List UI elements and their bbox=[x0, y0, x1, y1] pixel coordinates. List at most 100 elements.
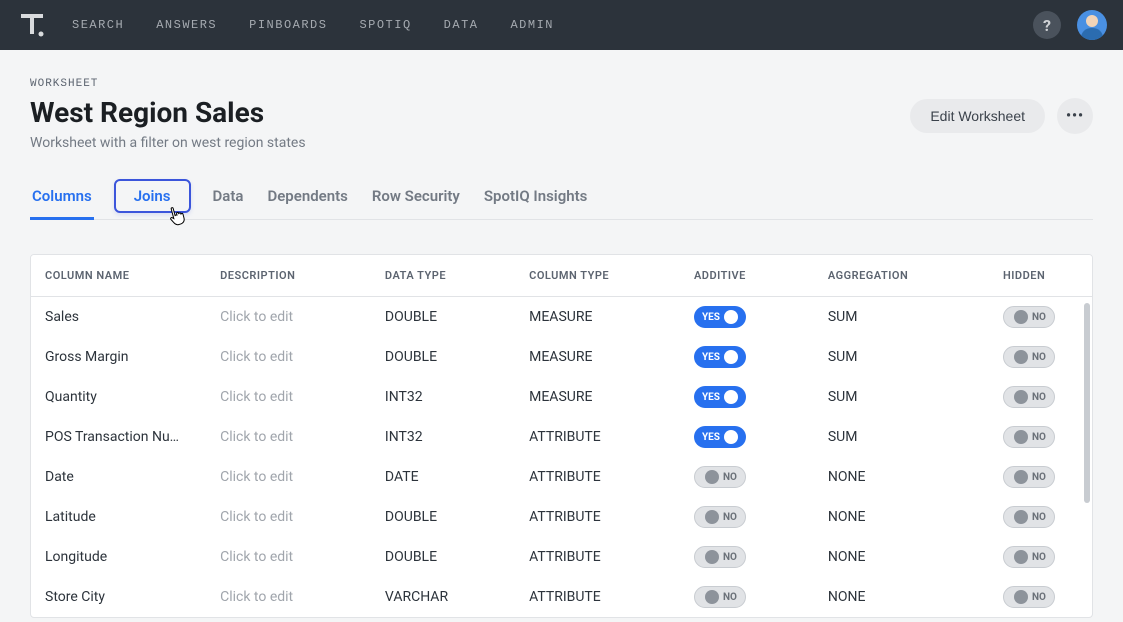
nav-items: SEARCH ANSWERS PINBOARDS SPOTIQ DATA ADM… bbox=[72, 18, 1033, 32]
cell-column-type[interactable]: ATTRIBUTE bbox=[515, 417, 680, 457]
cell-column-type[interactable]: MEASURE bbox=[515, 297, 680, 338]
cell-aggregation[interactable]: SUM bbox=[814, 297, 989, 338]
toggle-no[interactable]: NO bbox=[1003, 346, 1055, 368]
cell-description[interactable]: Click to edit bbox=[206, 417, 371, 457]
scrollbar[interactable] bbox=[1084, 303, 1090, 503]
nav-pinboards[interactable]: PINBOARDS bbox=[249, 18, 327, 32]
cell-hidden: NO bbox=[989, 457, 1092, 497]
toggle-no[interactable]: NO bbox=[694, 586, 746, 608]
content: WORKSHEET West Region Sales Edit Workshe… bbox=[0, 50, 1123, 618]
cell-column-name[interactable]: Store City bbox=[31, 577, 206, 617]
cell-aggregation[interactable]: SUM bbox=[814, 377, 989, 417]
cell-hidden: NO bbox=[989, 537, 1092, 577]
cell-column-name[interactable]: Sales bbox=[31, 297, 206, 338]
th-additive[interactable]: ADDITIVE bbox=[680, 255, 814, 297]
cell-description[interactable]: Click to edit bbox=[206, 497, 371, 537]
logo-icon[interactable] bbox=[16, 9, 48, 41]
cell-column-type[interactable]: ATTRIBUTE bbox=[515, 497, 680, 537]
title-actions: Edit Worksheet ••• bbox=[910, 98, 1093, 134]
table-row: LatitudeClick to editDOUBLEATTRIBUTE NO NO… bbox=[31, 497, 1092, 537]
cell-data-type[interactable]: DOUBLE bbox=[371, 297, 515, 338]
th-hidden[interactable]: HIDDEN bbox=[989, 255, 1092, 297]
cell-column-type[interactable]: ATTRIBUTE bbox=[515, 537, 680, 577]
th-column-name[interactable]: COLUMN NAME bbox=[31, 255, 206, 297]
tab-dependents[interactable]: Dependents bbox=[265, 179, 349, 219]
table-row: DateClick to editDATEATTRIBUTE NO NONE NO bbox=[31, 457, 1092, 497]
cell-additive: NO bbox=[680, 457, 814, 497]
cell-additive: NO bbox=[680, 497, 814, 537]
cell-description[interactable]: Click to edit bbox=[206, 457, 371, 497]
cell-aggregation[interactable]: NONE bbox=[814, 457, 989, 497]
cell-aggregation[interactable]: NONE bbox=[814, 537, 989, 577]
toggle-no[interactable]: NO bbox=[1003, 546, 1055, 568]
toggle-yes[interactable]: YES bbox=[694, 346, 746, 368]
cell-data-type[interactable]: DOUBLE bbox=[371, 337, 515, 377]
toggle-no[interactable]: NO bbox=[1003, 466, 1055, 488]
cell-data-type[interactable]: DOUBLE bbox=[371, 497, 515, 537]
cell-column-name[interactable]: Longitude bbox=[31, 537, 206, 577]
more-menu-button[interactable]: ••• bbox=[1057, 98, 1093, 134]
cell-column-type[interactable]: MEASURE bbox=[515, 377, 680, 417]
toggle-no[interactable]: NO bbox=[694, 506, 746, 528]
cell-data-type[interactable]: INT32 bbox=[371, 377, 515, 417]
cell-column-name[interactable]: POS Transaction Nu… bbox=[31, 417, 206, 457]
tab-spotiq-insights[interactable]: SpotIQ Insights bbox=[482, 179, 589, 219]
avatar[interactable] bbox=[1077, 10, 1107, 40]
th-description[interactable]: DESCRIPTION bbox=[206, 255, 371, 297]
toggle-no[interactable]: NO bbox=[1003, 386, 1055, 408]
toggle-no[interactable]: NO bbox=[694, 466, 746, 488]
edit-worksheet-button[interactable]: Edit Worksheet bbox=[910, 99, 1045, 133]
toggle-no[interactable]: NO bbox=[1003, 306, 1055, 328]
th-aggregation[interactable]: AGGREGATION bbox=[814, 255, 989, 297]
cell-data-type[interactable]: DATE bbox=[371, 457, 515, 497]
toggle-yes[interactable]: YES bbox=[694, 386, 746, 408]
toggle-no[interactable]: NO bbox=[694, 546, 746, 568]
cell-aggregation[interactable]: NONE bbox=[814, 497, 989, 537]
tab-data[interactable]: Data bbox=[211, 179, 246, 219]
nav-search[interactable]: SEARCH bbox=[72, 18, 124, 32]
cell-description[interactable]: Click to edit bbox=[206, 537, 371, 577]
th-column-type[interactable]: COLUMN TYPE bbox=[515, 255, 680, 297]
nav-spotiq[interactable]: SPOTIQ bbox=[359, 18, 411, 32]
tab-row-security[interactable]: Row Security bbox=[370, 179, 462, 219]
cell-column-name[interactable]: Quantity bbox=[31, 377, 206, 417]
cell-hidden: NO bbox=[989, 577, 1092, 617]
cell-description[interactable]: Click to edit bbox=[206, 297, 371, 338]
cell-column-name[interactable]: Gross Margin bbox=[31, 337, 206, 377]
table-row: POS Transaction Nu…Click to editINT32ATT… bbox=[31, 417, 1092, 457]
cell-column-type[interactable]: ATTRIBUTE bbox=[515, 457, 680, 497]
cell-description[interactable]: Click to edit bbox=[206, 337, 371, 377]
toggle-yes[interactable]: YES bbox=[694, 426, 746, 448]
cell-aggregation[interactable]: SUM bbox=[814, 417, 989, 457]
tab-joins[interactable]: Joins bbox=[114, 179, 191, 213]
toggle-no[interactable]: NO bbox=[1003, 506, 1055, 528]
cell-additive: NO bbox=[680, 577, 814, 617]
cell-data-type[interactable]: VARCHAR bbox=[371, 577, 515, 617]
tab-columns[interactable]: Columns bbox=[30, 179, 94, 219]
th-data-type[interactable]: DATA TYPE bbox=[371, 255, 515, 297]
cell-column-type[interactable]: MEASURE bbox=[515, 337, 680, 377]
cell-hidden: NO bbox=[989, 377, 1092, 417]
columns-table: COLUMN NAME DESCRIPTION DATA TYPE COLUMN… bbox=[31, 255, 1092, 617]
cell-aggregation[interactable]: SUM bbox=[814, 337, 989, 377]
cell-column-name[interactable]: Latitude bbox=[31, 497, 206, 537]
toggle-no[interactable]: NO bbox=[1003, 426, 1055, 448]
cell-description[interactable]: Click to edit bbox=[206, 377, 371, 417]
cell-hidden: NO bbox=[989, 297, 1092, 338]
cell-column-name[interactable]: Date bbox=[31, 457, 206, 497]
help-icon[interactable]: ? bbox=[1033, 11, 1061, 39]
nav-admin[interactable]: ADMIN bbox=[510, 18, 554, 32]
nav-data[interactable]: DATA bbox=[444, 18, 479, 32]
cell-column-type[interactable]: ATTRIBUTE bbox=[515, 577, 680, 617]
cell-data-type[interactable]: INT32 bbox=[371, 417, 515, 457]
cell-aggregation[interactable]: NONE bbox=[814, 577, 989, 617]
cell-additive: YES bbox=[680, 297, 814, 338]
toggle-no[interactable]: NO bbox=[1003, 586, 1055, 608]
topbar-right: ? bbox=[1033, 10, 1107, 40]
toggle-yes[interactable]: YES bbox=[694, 306, 746, 328]
topbar: SEARCH ANSWERS PINBOARDS SPOTIQ DATA ADM… bbox=[0, 0, 1123, 50]
nav-answers[interactable]: ANSWERS bbox=[156, 18, 217, 32]
cell-description[interactable]: Click to edit bbox=[206, 577, 371, 617]
cell-data-type[interactable]: DOUBLE bbox=[371, 537, 515, 577]
cell-hidden: NO bbox=[989, 337, 1092, 377]
